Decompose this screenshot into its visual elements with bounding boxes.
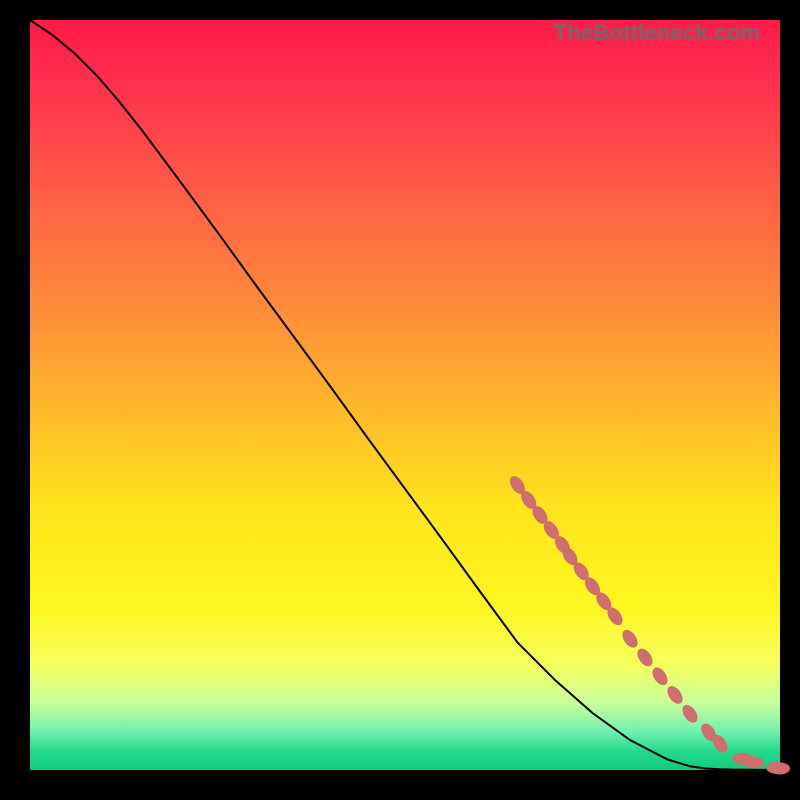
plot-area: TheBottleneck.com <box>30 20 780 770</box>
chart-svg <box>30 20 780 770</box>
data-marker <box>649 665 670 688</box>
data-marker <box>770 763 790 775</box>
chart-frame: TheBottleneck.com <box>0 0 800 800</box>
data-marker <box>664 683 685 706</box>
marker-group <box>507 473 790 774</box>
data-marker <box>744 757 764 769</box>
data-marker <box>619 627 640 650</box>
data-marker <box>634 646 655 669</box>
curve-line <box>30 20 780 770</box>
data-marker <box>679 702 700 725</box>
